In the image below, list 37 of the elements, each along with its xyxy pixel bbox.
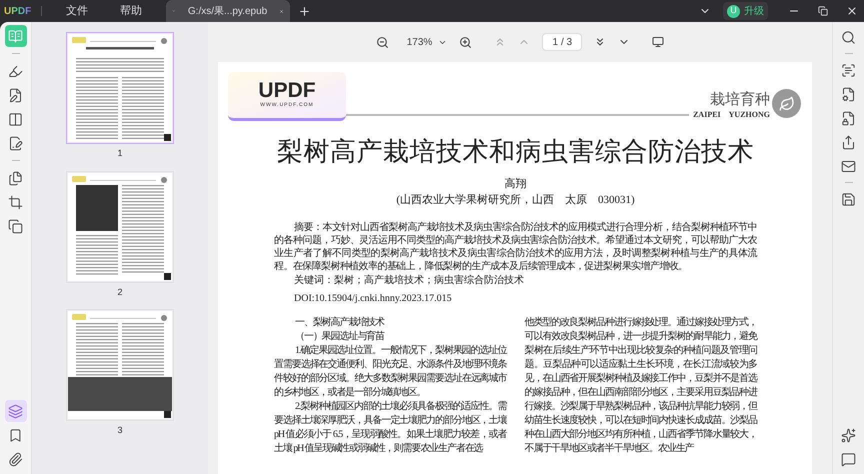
body-paragraph: 2.梨树种植园区内部的土壤必须具备极强的适应性。需要选择土壤深厚肥沃，具备一定土壤肥力的部分地区，土壤 pH 值必须小于 6.5，呈现弱酸性。如果土壤肥力较差，或者土壤 pH 值呈现碱性或弱碱性，则需要农业生产者在选 bbox=[274, 400, 506, 456]
affiliation: (山西农业大学果树研究所，山西 太原 030031) bbox=[395, 193, 636, 207]
zoom-out-icon[interactable] bbox=[376, 36, 389, 48]
page-number: 2 bbox=[117, 286, 122, 298]
body-paragraph: 1.确定果园选址位置。一般情况下，梨树果园的选址位置需要选择在交通便利、阳光充足、水源条件及地理环境条件较好的部分区域。绝大多数梨树果园需要选址在远离城市的乡村地区，或者是一部分城镇地区。 bbox=[274, 344, 506, 400]
menu-item[interactable]: 文件 bbox=[58, 2, 96, 20]
abstract: 摘要：本文针对山西省梨树高产栽培技术及病虫害综合防治技术的应用模式进行合理分析，结合梨树种植环节中的各种问题，巧妙、灵活运用不同类型的高产栽培技术及病虫害综合防治技术。希望通过本文研究，可以帮助广大农业生产者了解不同类型的梨树高产栽培技术及病虫害综合防治技术的应用方法，及时调整梨树种植与生产的具体流程。在保障梨树种植效率的基础上，降低梨树的生产成本及后续管理成本，促进梨树果实增产增收。 bbox=[274, 221, 757, 273]
author: 高翔 bbox=[504, 177, 528, 191]
section-title: 栽培育种 bbox=[710, 91, 770, 109]
avatar: U bbox=[727, 4, 740, 18]
current-page-number: 1 bbox=[552, 36, 558, 50]
section-subtitle: YUZHONG bbox=[728, 109, 770, 121]
menu-item[interactable]: 帮助 bbox=[112, 2, 150, 20]
doi: DOI:10.15904/j.cnki.hnny.2023.17.015 bbox=[293, 292, 453, 306]
keywords: 关键词：梨树；高产栽培技术；病虫害综合防治技术 bbox=[293, 274, 525, 288]
upgrade-label: 升级 bbox=[744, 4, 764, 18]
article-title: 梨树高产栽培技术和病虫害综合防治技术 bbox=[276, 137, 755, 167]
zoom-in-icon[interactable] bbox=[459, 36, 472, 48]
section-heading: 一、梨树高产栽培技术 bbox=[294, 316, 386, 330]
page-number: 3 bbox=[117, 424, 122, 437]
page-field[interactable]: 1 / 3 bbox=[542, 33, 582, 51]
zoom-level[interactable]: 173% bbox=[406, 34, 432, 50]
tab-title: G:/xs/果...py.epub bbox=[188, 4, 268, 18]
section-subtitle: ZAIPEI bbox=[693, 109, 721, 121]
restore-icon[interactable] bbox=[818, 6, 828, 16]
new-tab-icon[interactable] bbox=[298, 4, 312, 18]
upgrade-button[interactable]: U 升级 bbox=[723, 2, 768, 20]
body-paragraph: 他类型的改良梨树品种进行嫁接处理。通过嫁接处理方式，可以有效改良梨树品种，进一步提升梨树的耐旱能力，避免梨树在后续生产环节中出现比较复杂的种植问题及管理问题。豆梨品种可以适应黏土生长环境，在长江流域较为多见，在山西省开展梨树种植及嫁接工作中，豆梨并不是首选的嫁接品种，但在山西南部部分地区，主要采用豆梨品种进行嫁接。沙梨属于早熟梨树品种，该品种抗旱能力较弱，但幼苗生长速度较快，可以在短时间内快速长成成苗。沙梨品种在山西大部分地区均有所种植，山西省季节降水量较大，不属于干旱地区或者半干旱地区。农业生产 bbox=[524, 316, 757, 456]
page-total: / 3 bbox=[561, 36, 572, 50]
leaf-icon bbox=[778, 96, 794, 112]
presentation-icon[interactable] bbox=[652, 36, 664, 48]
document-tab[interactable]: G:/xs/果...py.epub bbox=[166, 0, 290, 22]
section-heading: （一）果园选址与育苗 bbox=[294, 330, 386, 344]
close-icon[interactable] bbox=[846, 5, 858, 17]
logo-text: UPDF bbox=[258, 80, 316, 102]
layers-icon[interactable] bbox=[4, 400, 26, 422]
page-number: 1 bbox=[117, 147, 122, 160]
